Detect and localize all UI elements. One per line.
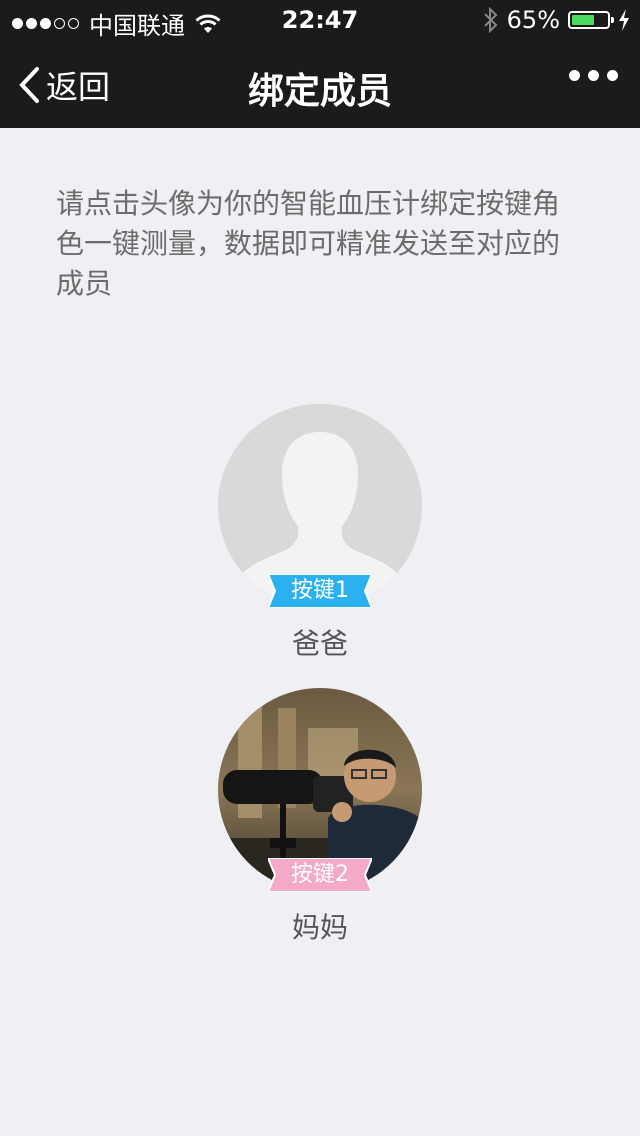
more-dot (607, 70, 618, 81)
charging-icon (619, 9, 629, 31)
status-right: 65% (483, 6, 630, 34)
key-tag-2: 按键2 (268, 858, 372, 892)
more-dot (588, 70, 599, 81)
member-name: 妈妈 (291, 911, 348, 944)
battery-icon (568, 11, 614, 29)
status-bar: 中国联通 22:47 65% (0, 0, 640, 40)
more-button[interactable] (569, 70, 618, 81)
key-tag-1: 按键1 (268, 574, 372, 608)
more-dot (569, 70, 580, 81)
member-name: 爸爸 (291, 627, 348, 660)
instruction-text: 请点击头像为你的智能血压计绑定按键角色一键测量，数据即可精准发送至对应的成员 (56, 187, 561, 300)
page-title: 绑定成员 (247, 71, 392, 112)
bluetooth-icon (483, 7, 498, 33)
member-item-mom[interactable]: 按键2 妈妈 (0, 688, 640, 948)
key-tag-label: 按键2 (291, 862, 349, 887)
key-tag-label: 按键1 (291, 578, 349, 603)
nav-bar: 返回 绑定成员 (0, 40, 640, 128)
battery-percent: 65% (506, 6, 560, 34)
member-item-dad[interactable]: 按键1 爸爸 (0, 404, 640, 664)
